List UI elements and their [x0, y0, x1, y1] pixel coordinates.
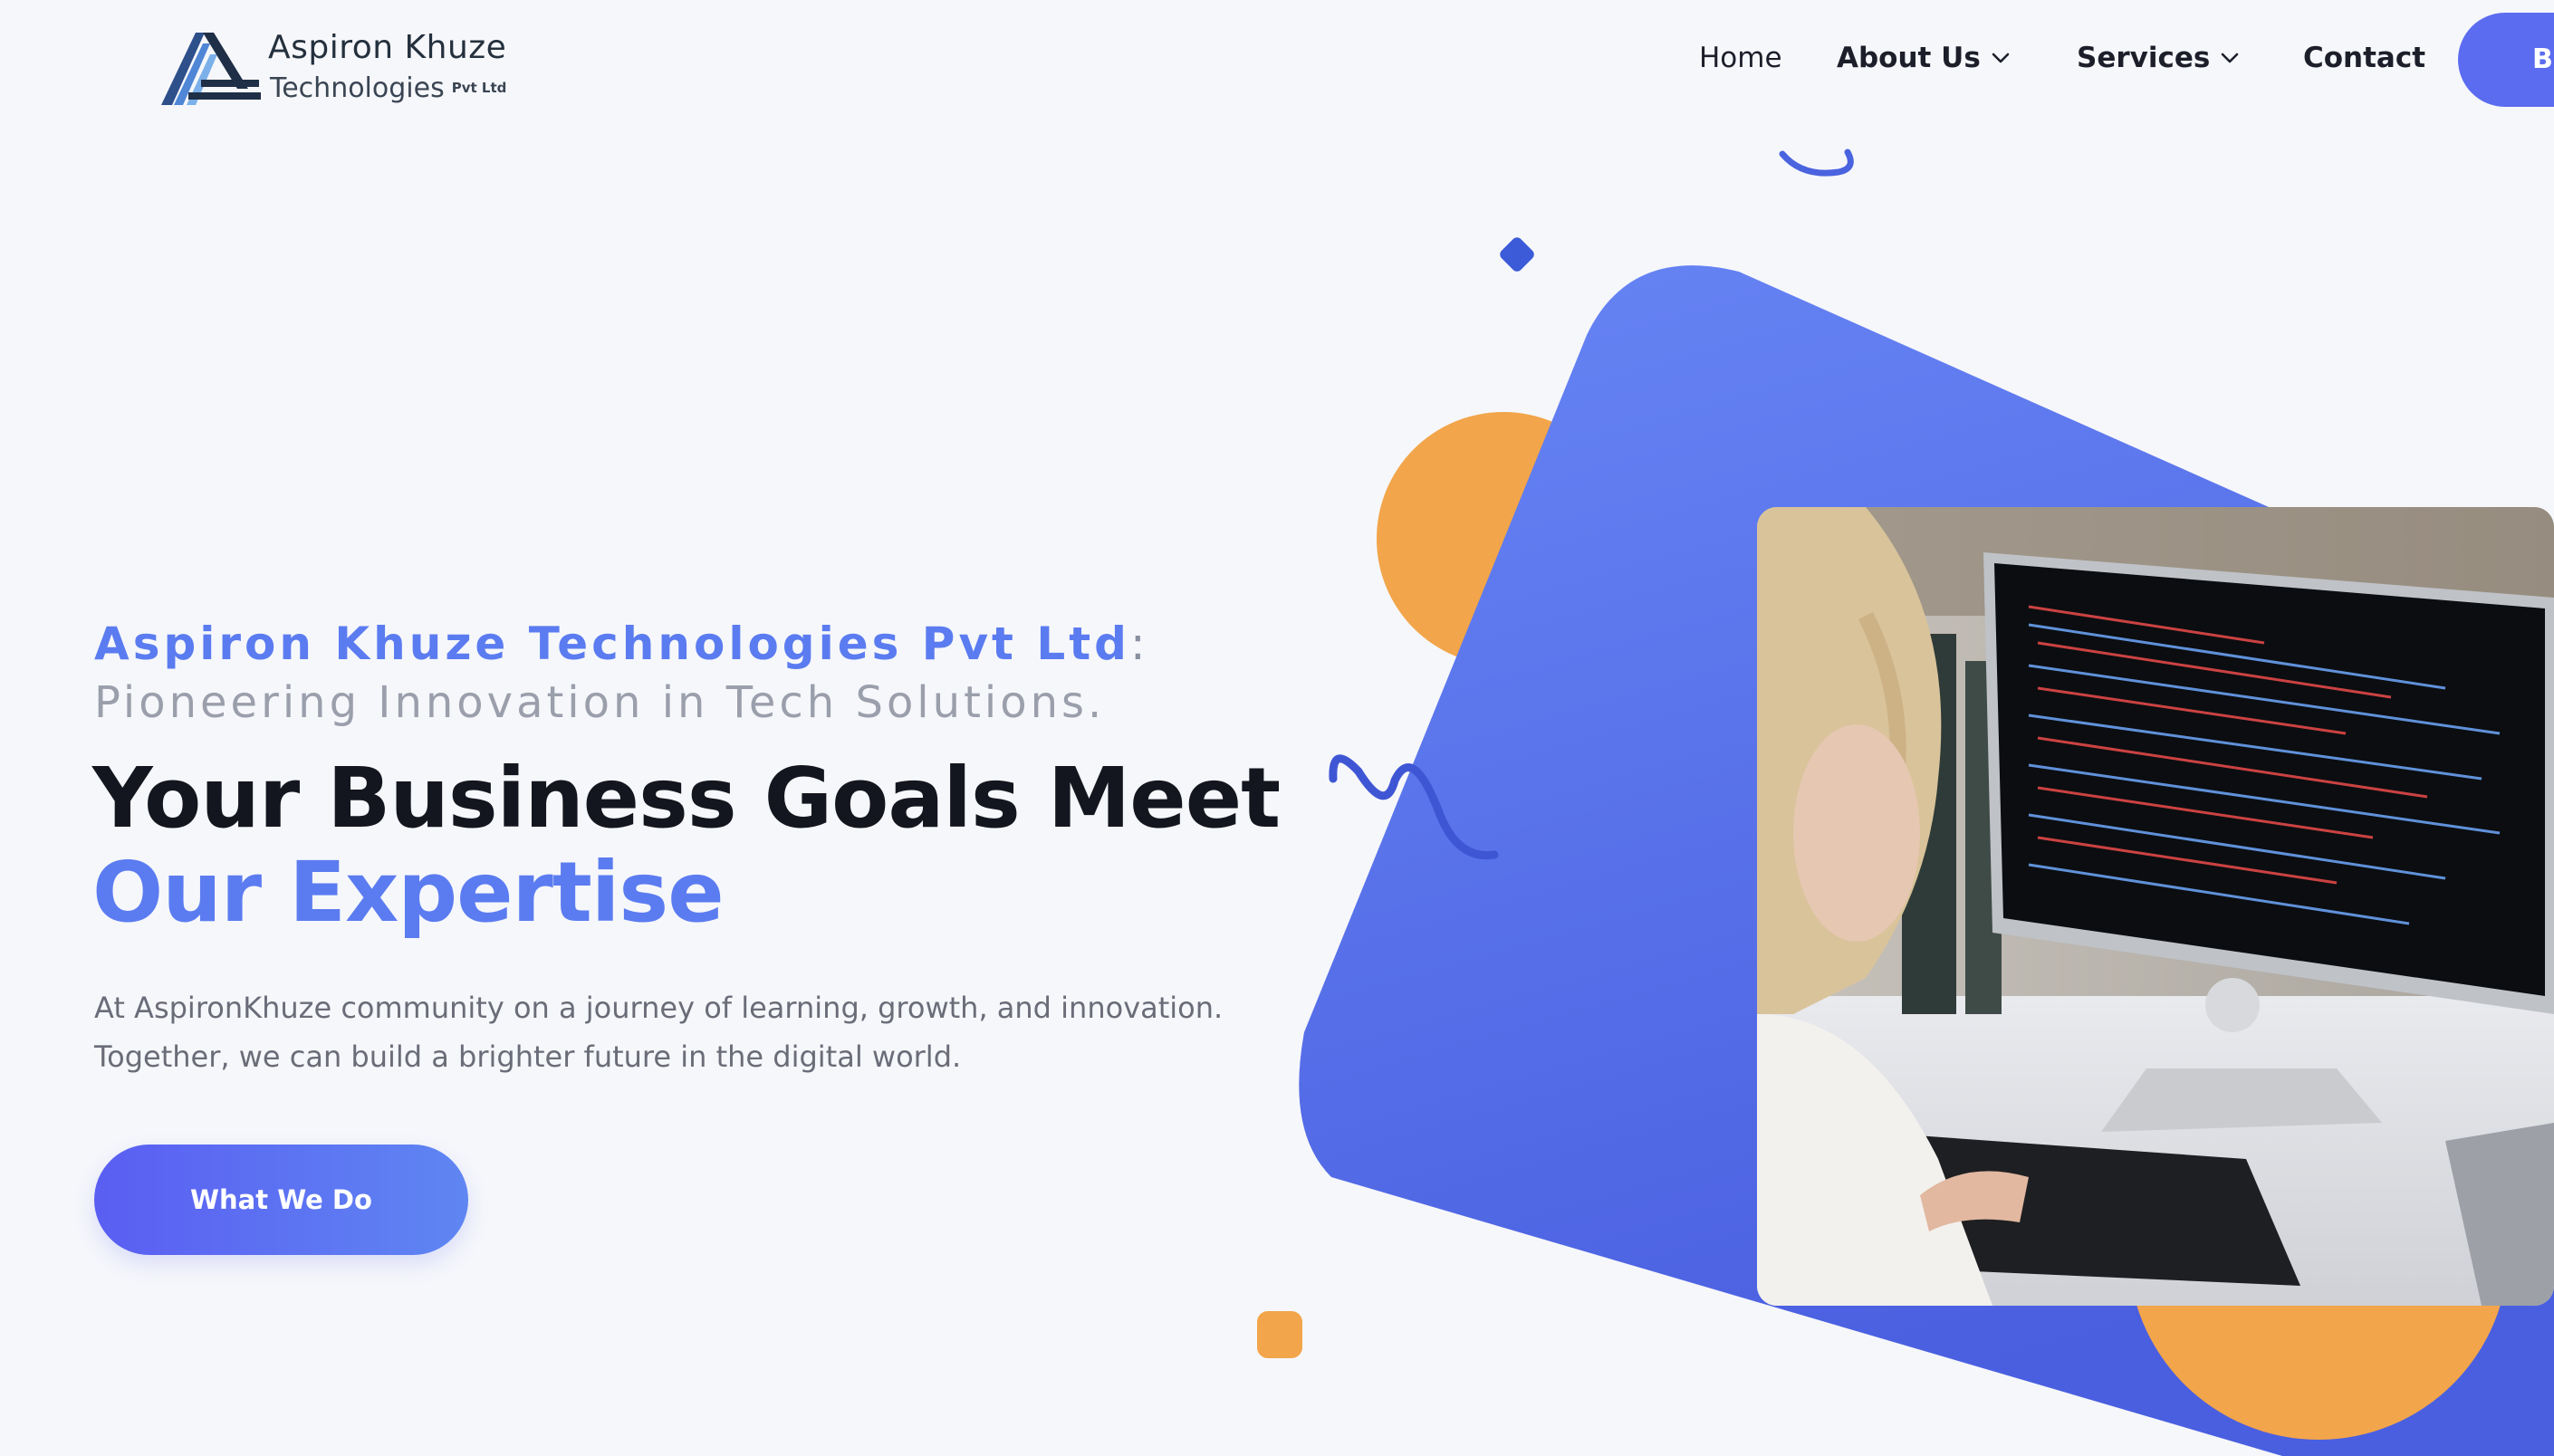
nav-home-label: Home	[1699, 42, 1782, 74]
nav-cta-button[interactable]: Bo	[2458, 13, 2554, 107]
squiggle-top-decor	[1779, 148, 1854, 177]
nav-services[interactable]: Services	[2077, 42, 2241, 74]
nav-home[interactable]: Home	[1699, 42, 1782, 74]
nav-contact[interactable]: Contact	[2303, 42, 2425, 74]
hero-description: At AspironKhuze community on a journey o…	[94, 991, 1224, 1074]
main-nav: Home About Us Services Contact	[0, 36, 2554, 81]
logo-suffix: Pvt Ltd	[451, 80, 507, 96]
orange-square-decor	[1257, 1311, 1302, 1358]
nav-about[interactable]: About Us	[1837, 42, 2012, 74]
nav-contact-label: Contact	[2303, 42, 2426, 74]
hero-tagline: Pioneering Innovation in Tech Solutions.	[94, 677, 1106, 728]
hero-headline-line1: Your Business Goals Meet	[92, 750, 1281, 847]
hero-company-text: Aspiron Khuze Technologies Pvt Ltd	[94, 618, 1130, 670]
developer-photo-illustration	[1757, 507, 2554, 1306]
chevron-down-icon	[1992, 53, 2010, 63]
hero-photo	[1757, 507, 2554, 1306]
hero-company-name: Aspiron Khuze Technologies Pvt Ltd:	[94, 618, 1149, 670]
site-header: Aspiron Khuze Technologies Pvt Ltd Home A…	[0, 0, 2554, 136]
what-we-do-button[interactable]: What We Do	[94, 1145, 468, 1255]
nav-about-label: About Us	[1837, 42, 1981, 74]
hero-colon: :	[1129, 618, 1149, 670]
hero-headline-line2: Our Expertise	[92, 844, 725, 941]
hero-headline: Your Business Goals Meet Our Expertise	[92, 750, 1281, 941]
blue-diamond-decor	[1500, 237, 1534, 272]
chevron-down-icon	[2222, 53, 2239, 63]
nav-services-label: Services	[2077, 42, 2211, 74]
